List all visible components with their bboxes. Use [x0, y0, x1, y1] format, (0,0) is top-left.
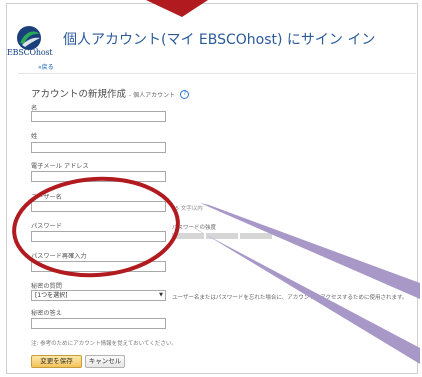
last-name-label: 姓 — [31, 133, 38, 140]
form-heading-text: アカウントの新規作成 — [31, 89, 127, 100]
password-strength-segment — [240, 233, 272, 239]
header-divider — [18, 73, 416, 74]
password-confirm-label: パスワード再確入力 — [31, 253, 87, 260]
first-name-field[interactable] — [31, 111, 166, 122]
password-strength-segment — [172, 233, 204, 239]
logo-text: EBSCOhost — [7, 48, 53, 57]
secret-question-value: [1つを選択] — [35, 292, 68, 299]
cancel-button[interactable]: キャンセル — [85, 355, 125, 368]
back-link[interactable]: «戻る — [38, 62, 54, 71]
password-label: パスワード — [31, 223, 62, 230]
save-button[interactable]: 変更を保存 — [31, 355, 82, 368]
secret-question-label: 秘密の質問 — [31, 283, 62, 290]
last-name-field[interactable] — [31, 142, 166, 153]
page-title: 個人アカウント(マイ EBSCOhost) にサイン イン — [63, 32, 376, 48]
password-confirm-field[interactable] — [31, 261, 166, 272]
password-strength-label: パスワードの強度 — [172, 225, 217, 231]
footer-note: 注: 参考のためにアカウント情報を覚えておいてください。 — [31, 341, 177, 347]
password-field[interactable] — [31, 231, 166, 242]
email-field[interactable] — [31, 171, 166, 182]
help-icon[interactable]: ? — [180, 90, 190, 99]
username-field[interactable] — [31, 201, 166, 212]
secret-question-note: ユーザー名またはパスワードを忘れた場合に、アカウントにアクセスするために使用され… — [172, 295, 408, 301]
secret-question-select[interactable]: [1つを選択] ▼ — [31, 290, 166, 301]
username-note: 25 文字以内 — [172, 206, 203, 212]
form-heading: アカウントの新規作成 - 個人アカウント ? — [31, 86, 190, 100]
password-strength-segment — [206, 233, 238, 239]
username-label: ユーザー名 — [31, 194, 62, 201]
chevron-down-icon: ▼ — [159, 292, 163, 298]
secret-answer-field[interactable] — [31, 318, 166, 329]
email-label: 電子メール アドレス — [31, 163, 89, 170]
secret-answer-label: 秘密の答え — [31, 310, 62, 317]
form-heading-sub: - 個人アカウント — [129, 92, 176, 99]
